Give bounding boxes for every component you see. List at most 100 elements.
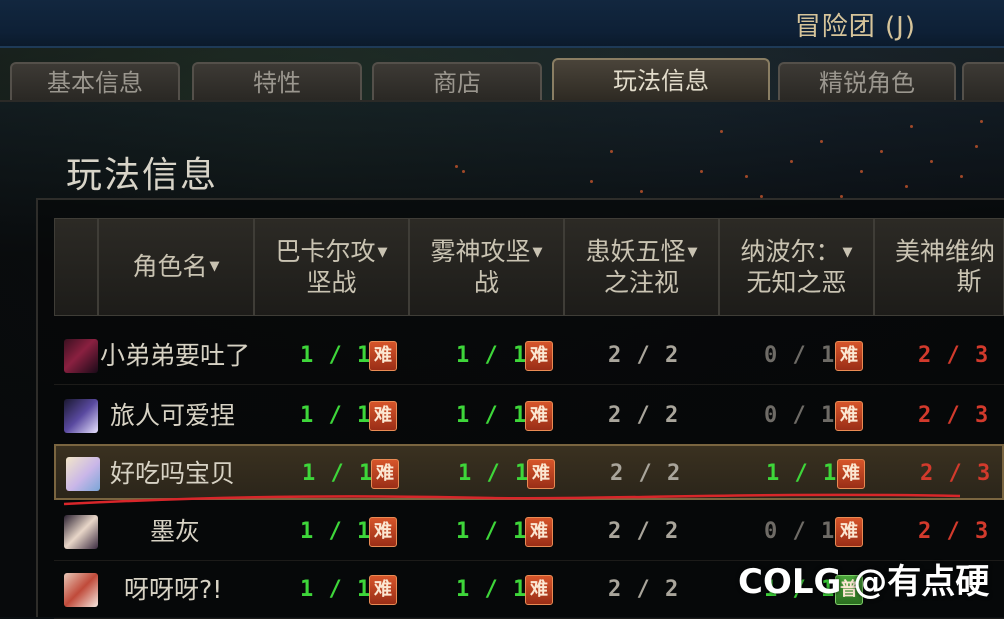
sort-arrow-icon: ▼ [687,244,698,260]
header-label-line1: 雾神攻坚 [430,236,531,266]
ember-spark [860,170,863,173]
difficulty-hard-badge: 难 [837,459,865,489]
header-label-line2: 之注视 [603,267,679,297]
difficulty-hard-badge: 难 [371,459,399,489]
panel-title: 玩法信息 [66,155,219,196]
difficulty-hard-badge: 难 [835,341,863,371]
difficulty-hard-badge: 难 [369,517,397,547]
progress-count: 0 / 1 [764,403,836,428]
character-name: 旅人可爱捏 [110,401,236,430]
header-label-wrap: 巴卡尔攻 ▼ 坚战 [275,237,387,298]
header-label-wrap: 纳波尔： ▼ 无知之恶 [740,237,852,298]
character-avatar [64,399,98,433]
ember-spark [930,160,933,163]
header-col-4[interactable]: 纳波尔： ▼ 无知之恶 [719,218,874,316]
header-label-line2: 战 [473,267,499,297]
ember-spark [745,175,748,178]
sort-arrow-icon: ▼ [532,244,543,260]
difficulty-hard-badge: 难 [835,401,863,431]
ember-spark [905,185,908,188]
progress-count: 2 / 3 [918,403,990,428]
difficulty-hard-badge: 难 [525,575,553,605]
progress-count: 2 / 2 [608,519,680,544]
difficulty-hard-badge: 难 [369,401,397,431]
progress-count: 0 / 1 [764,519,836,544]
tab-traits[interactable]: 特性 [192,62,362,100]
ember-spark [700,170,703,173]
difficulty-hard-badge: 难 [835,517,863,547]
header-label-line2: 斯 [956,267,982,296]
ember-spark [820,140,823,143]
header-label-line1: 美神维纳 [895,237,996,266]
header-label-line1: 巴卡尔攻 [275,236,376,266]
table-row[interactable]: 墨灰 1 / 1难1 / 1难2 / 20 / 1难2 / 3 [54,504,1004,561]
progress-count: 0 / 1 [764,343,836,368]
progress-count: 1 / 1 [456,403,528,428]
progress-count: 1 / 1 [456,577,528,602]
header-label-line2: 无知之恶 [746,267,847,297]
ember-spark [455,165,458,168]
progress-count: 2 / 2 [608,403,680,428]
character-avatar [64,515,98,549]
header-label-wrap: 患妖五怪 ▼ 之注视 [585,237,697,298]
difficulty-hard-badge: 难 [527,459,555,489]
difficulty-hard-badge: 难 [525,341,553,371]
header-col-5[interactable]: 美神维纳斯 [874,218,1004,316]
difficulty-hard-badge: 难 [525,401,553,431]
progress-count: 1 / 1 [300,343,372,368]
header-label-wrap: 美神维纳斯 [895,237,995,297]
ember-spark [590,180,593,183]
header-label-line2: 坚战 [306,267,357,297]
ember-spark [462,170,465,173]
progress-count: 2 / 3 [918,519,990,544]
table-row[interactable]: 旅人可爱捏 1 / 1难1 / 1难2 / 20 / 1难2 / 3 [54,388,1004,445]
ember-spark [790,160,793,163]
red-underline-annotation [63,493,961,506]
header-avatar-col [54,218,98,316]
header-label-line1: 患妖五怪 [585,236,686,266]
tab-elite-characters[interactable]: 精锐角色 [778,62,956,100]
header-col-2[interactable]: 雾神攻坚 ▼ 战 [409,218,564,316]
character-avatar [64,573,98,607]
progress-count: 1 / 1 [456,519,528,544]
tab-shop[interactable]: 商店 [372,62,542,100]
sort-arrow-icon: ▼ [842,244,853,260]
header-col-1[interactable]: 巴卡尔攻 ▼ 坚战 [254,218,409,316]
ember-spark [910,125,913,128]
tab-bar: 基本信息 特性 商店 玩法信息 精锐角色 [10,58,1004,102]
progress-count: 2 / 3 [918,343,990,368]
header-col-3[interactable]: 患妖五怪 ▼ 之注视 [564,218,719,316]
progress-count: 2 / 2 [608,343,680,368]
header-label: 角色名 [132,252,208,281]
sort-arrow-icon: ▼ [209,259,220,274]
ember-spark [880,150,883,153]
ember-spark [640,190,643,193]
header-character-name[interactable]: 角色名 ▼ [98,218,254,316]
tab-gameplay-info[interactable]: 玩法信息 [552,58,770,102]
difficulty-hard-badge: 难 [369,575,397,605]
progress-count: 1 / 1 [300,577,372,602]
header-label-wrap: 雾神攻坚 ▼ 战 [430,237,542,298]
ember-spark [610,150,613,153]
character-name: 墨灰 [150,517,201,546]
ember-spark [720,130,723,133]
ember-spark [960,175,963,178]
character-avatar [64,339,98,373]
tab-basic-info[interactable]: 基本信息 [10,62,180,100]
character-name: 小弟弟要吐了 [100,341,251,370]
character-name: 呀呀呀?! [124,575,223,604]
progress-count: 1 / 1 [456,343,528,368]
window-title: 冒险团 (J) [794,12,916,42]
progress-count: 1 / 1 [300,519,372,544]
watermark: COLG @有点硬 [738,562,990,602]
header-label-line1: 纳波尔： [740,236,841,266]
progress-count: 1 / 1 [300,403,372,428]
table-row[interactable]: 小弟弟要吐了 1 / 1难1 / 1难2 / 20 / 1难2 / 3 [54,328,1004,385]
sort-arrow-icon: ▼ [377,244,388,260]
difficulty-hard-badge: 难 [369,341,397,371]
ember-spark [980,120,983,123]
difficulty-hard-badge: 难 [525,517,553,547]
window-titlebar: 冒险团 (J) [0,0,1004,48]
tab-more[interactable] [962,62,1004,100]
progress-count: 2 / 2 [608,577,680,602]
